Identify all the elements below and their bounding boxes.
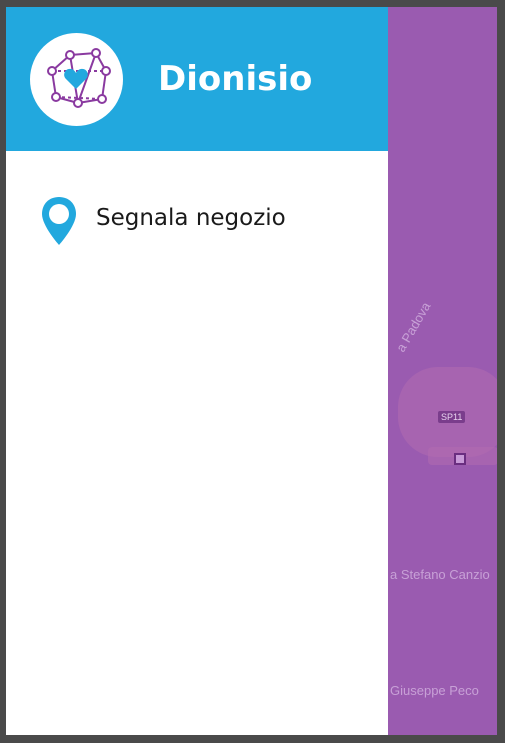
map-background[interactable]: a Padova SP11 a Stefano Canzio Giuseppe … xyxy=(388,7,497,735)
menu-item-label: Segnala negozio xyxy=(96,205,286,231)
app-window: a Padova SP11 a Stefano Canzio Giuseppe … xyxy=(6,7,497,735)
app-title: Dionisio xyxy=(158,59,313,99)
map-label-padova: a Padova xyxy=(393,299,434,355)
map-label-street-1: a Stefano Canzio xyxy=(390,567,490,582)
drawer-header: Dionisio xyxy=(6,7,388,151)
navigation-drawer: Dionisio Segnala negozio xyxy=(6,7,388,735)
map-road-shield: SP11 xyxy=(438,411,466,423)
map-label-street-2: Giuseppe Peco xyxy=(390,683,479,698)
map-pin-icon xyxy=(42,197,76,245)
network-heart-icon xyxy=(47,48,111,108)
bus-stop-icon xyxy=(454,453,466,465)
app-logo xyxy=(30,33,123,126)
menu-item-segnala-negozio[interactable]: Segnala negozio xyxy=(6,183,388,255)
